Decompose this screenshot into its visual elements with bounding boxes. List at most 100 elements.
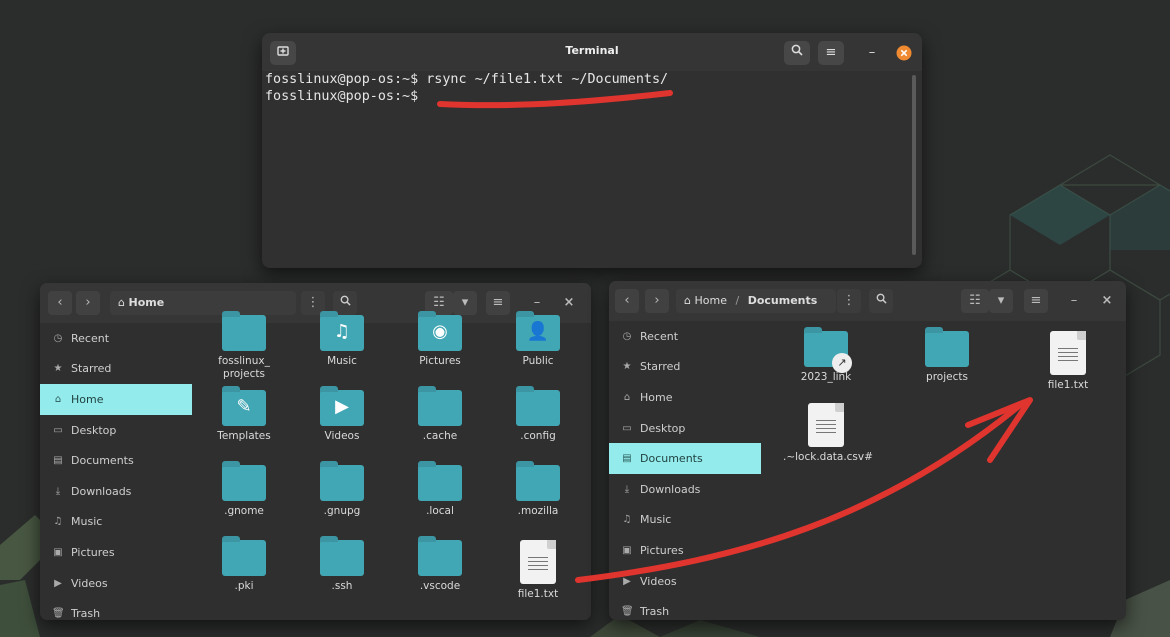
sidebar-item-documents[interactable]: ▤ Documents <box>609 443 761 474</box>
hamburger-menu-icon[interactable]: ≡ <box>1024 289 1048 313</box>
item-label: Videos <box>324 430 360 442</box>
sidebar-item-downloads[interactable]: ⤓ Downloads <box>609 474 761 505</box>
folder-item[interactable]: 👤 Public <box>495 311 581 368</box>
sidebar-item-trash[interactable]: 🗑 Trash <box>609 596 761 620</box>
more-options-icon[interactable]: ⋮ <box>837 289 861 313</box>
sidebar-item-videos[interactable]: ▶ Videos <box>609 566 761 597</box>
file-item[interactable]: .~lock.data.csv# <box>783 403 873 464</box>
sidebar-item-label: Trash <box>71 607 101 620</box>
sidebar-item-label: Starred <box>640 360 681 374</box>
sidebar: ◷ Recent ★ Starred ⌂ Home ▭ Desktop ▤ Documents ⤓ D… <box>609 321 761 620</box>
terminal-window[interactable]: Terminal ≡ – fosslinux@pop-os:~$ rsync ~… <box>262 33 922 268</box>
file-item[interactable]: file1.txt <box>1025 331 1111 392</box>
sidebar-item-pictures[interactable]: ▣ Pictures <box>609 535 761 566</box>
path-segment-home[interactable]: Home <box>128 296 164 309</box>
item-label: .pki <box>234 580 254 592</box>
close-icon[interactable]: × <box>1095 289 1119 313</box>
folder-icon <box>222 311 266 351</box>
sidebar-item-label: Music <box>71 515 103 529</box>
desktop-icon: ▭ <box>53 424 63 436</box>
folder-item[interactable]: .gnome <box>201 461 287 518</box>
sidebar-item-pictures[interactable]: ▣ Pictures <box>40 537 192 568</box>
file-manager-header[interactable]: ‹ › ⌂ Home / Documents ⋮ ☷ ▾ ≡ – × <box>609 281 1126 321</box>
folder-item[interactable]: .vscode <box>397 536 483 593</box>
sidebar-item-label: Videos <box>71 576 108 590</box>
folder-item[interactable]: .config <box>495 386 581 443</box>
sidebar-item-music[interactable]: ♫ Music <box>609 505 761 536</box>
folder-item[interactable]: .mozilla <box>495 461 581 518</box>
terminal-output[interactable]: fosslinux@pop-os:~$ rsync ~/file1.txt ~/… <box>262 71 922 268</box>
close-icon[interactable] <box>891 41 917 65</box>
sidebar-item-recent[interactable]: ◷ Recent <box>609 321 761 352</box>
back-icon[interactable]: ‹ <box>48 291 72 315</box>
sidebar-item-music[interactable]: ♫ Music <box>40 507 192 538</box>
view-options-chevron-icon[interactable]: ▾ <box>453 291 477 315</box>
folder-item[interactable]: .ssh <box>299 536 385 593</box>
back-icon[interactable]: ‹ <box>615 289 639 313</box>
sidebar-item-starred[interactable]: ★ Starred <box>609 352 761 383</box>
search-icon[interactable] <box>784 41 810 65</box>
item-label: Music <box>327 355 357 367</box>
sidebar-item-label: Starred <box>71 362 112 376</box>
folder-icon <box>320 536 364 576</box>
folder-item[interactable]: .gnupg <box>299 461 385 518</box>
sidebar-item-documents[interactable]: ▤ Documents <box>40 445 192 476</box>
folder-item[interactable]: .pki <box>201 536 287 593</box>
item-label: .cache <box>422 430 458 442</box>
file-grid[interactable]: ↗ 2023_link projects file1.txt .~lock.data.c… <box>761 321 1126 620</box>
document-icon: ▤ <box>622 453 632 465</box>
forward-icon[interactable]: › <box>645 289 669 313</box>
file-manager-home-window[interactable]: ‹ › ⌂ Home ⋮ ☷ ▾ ≡ – × ◷ Recent ★ Starred ⌂ H… <box>40 283 591 620</box>
sidebar-item-starred[interactable]: ★ Starred <box>40 354 192 385</box>
folder-item[interactable]: .local <box>397 461 483 518</box>
item-label: Pictures <box>419 355 461 367</box>
folder-item[interactable]: .cache <box>397 386 483 443</box>
minimize-icon[interactable]: – <box>859 41 885 65</box>
sidebar-item-videos[interactable]: ▶ Videos <box>40 568 192 599</box>
sidebar-item-desktop[interactable]: ▭ Desktop <box>609 413 761 444</box>
path-bar[interactable]: ⌂ Home / Documents <box>676 289 836 313</box>
search-icon[interactable] <box>869 289 893 313</box>
folder-item[interactable]: ♫ Music <box>299 311 385 368</box>
terminal-scrollbar[interactable] <box>912 75 916 255</box>
folder-item[interactable]: fosslinux_ projects <box>201 311 287 381</box>
folder-icon <box>418 461 462 501</box>
hamburger-menu-icon[interactable]: ≡ <box>486 291 510 315</box>
hamburger-menu-icon[interactable]: ≡ <box>818 41 844 65</box>
view-options-chevron-icon[interactable]: ▾ <box>989 289 1013 313</box>
sidebar-item-downloads[interactable]: ⤓ Downloads <box>40 476 192 507</box>
path-segment-home[interactable]: Home <box>694 294 726 307</box>
close-icon[interactable]: × <box>557 291 581 315</box>
star-icon: ★ <box>622 361 632 373</box>
home-icon: ⌂ <box>684 294 691 307</box>
forward-icon[interactable]: › <box>76 291 100 315</box>
folder-item[interactable]: ✎ Templates <box>201 386 287 443</box>
sidebar-item-home[interactable]: ⌂ Home <box>609 382 761 413</box>
folder-item[interactable]: ▶ Videos <box>299 386 385 443</box>
sidebar-item-label: Home <box>640 390 673 404</box>
item-label: .ssh <box>331 580 353 592</box>
folder-icon <box>418 536 462 576</box>
music-icon: ♫ <box>53 516 63 528</box>
sidebar-item-home[interactable]: ⌂ Home <box>40 384 192 415</box>
view-list-icon[interactable]: ☷ <box>961 289 989 313</box>
file-grid[interactable]: fosslinux_ projects ♫ Music ◉ Pictures 👤 Publi… <box>192 311 591 620</box>
path-bar[interactable]: ⌂ Home <box>110 291 296 315</box>
terminal-header-bar[interactable]: Terminal ≡ – <box>262 33 922 71</box>
folder-item[interactable]: projects <box>904 327 990 384</box>
path-segment-documents[interactable]: Documents <box>748 294 818 307</box>
file-manager-documents-window[interactable]: ‹ › ⌂ Home / Documents ⋮ ☷ ▾ ≡ – × ◷ Rece… <box>609 281 1126 620</box>
sidebar-item-recent[interactable]: ◷ Recent <box>40 323 192 354</box>
folder-item[interactable]: ◉ Pictures <box>397 311 483 368</box>
folder-icon <box>516 386 560 426</box>
sidebar-item-desktop[interactable]: ▭ Desktop <box>40 415 192 446</box>
item-label: .~lock.data.csv# <box>783 451 873 463</box>
sidebar-item-trash[interactable]: 🗑 Trash <box>40 598 192 620</box>
file-item[interactable]: file1.txt <box>495 540 581 601</box>
music-icon: ♫ <box>622 514 632 526</box>
text-file-icon <box>808 403 844 447</box>
folder-item[interactable]: ↗ 2023_link <box>783 327 869 384</box>
minimize-icon[interactable]: – <box>1062 289 1086 313</box>
path-separator: / <box>735 294 740 307</box>
sidebar-item-label: Downloads <box>640 482 701 496</box>
